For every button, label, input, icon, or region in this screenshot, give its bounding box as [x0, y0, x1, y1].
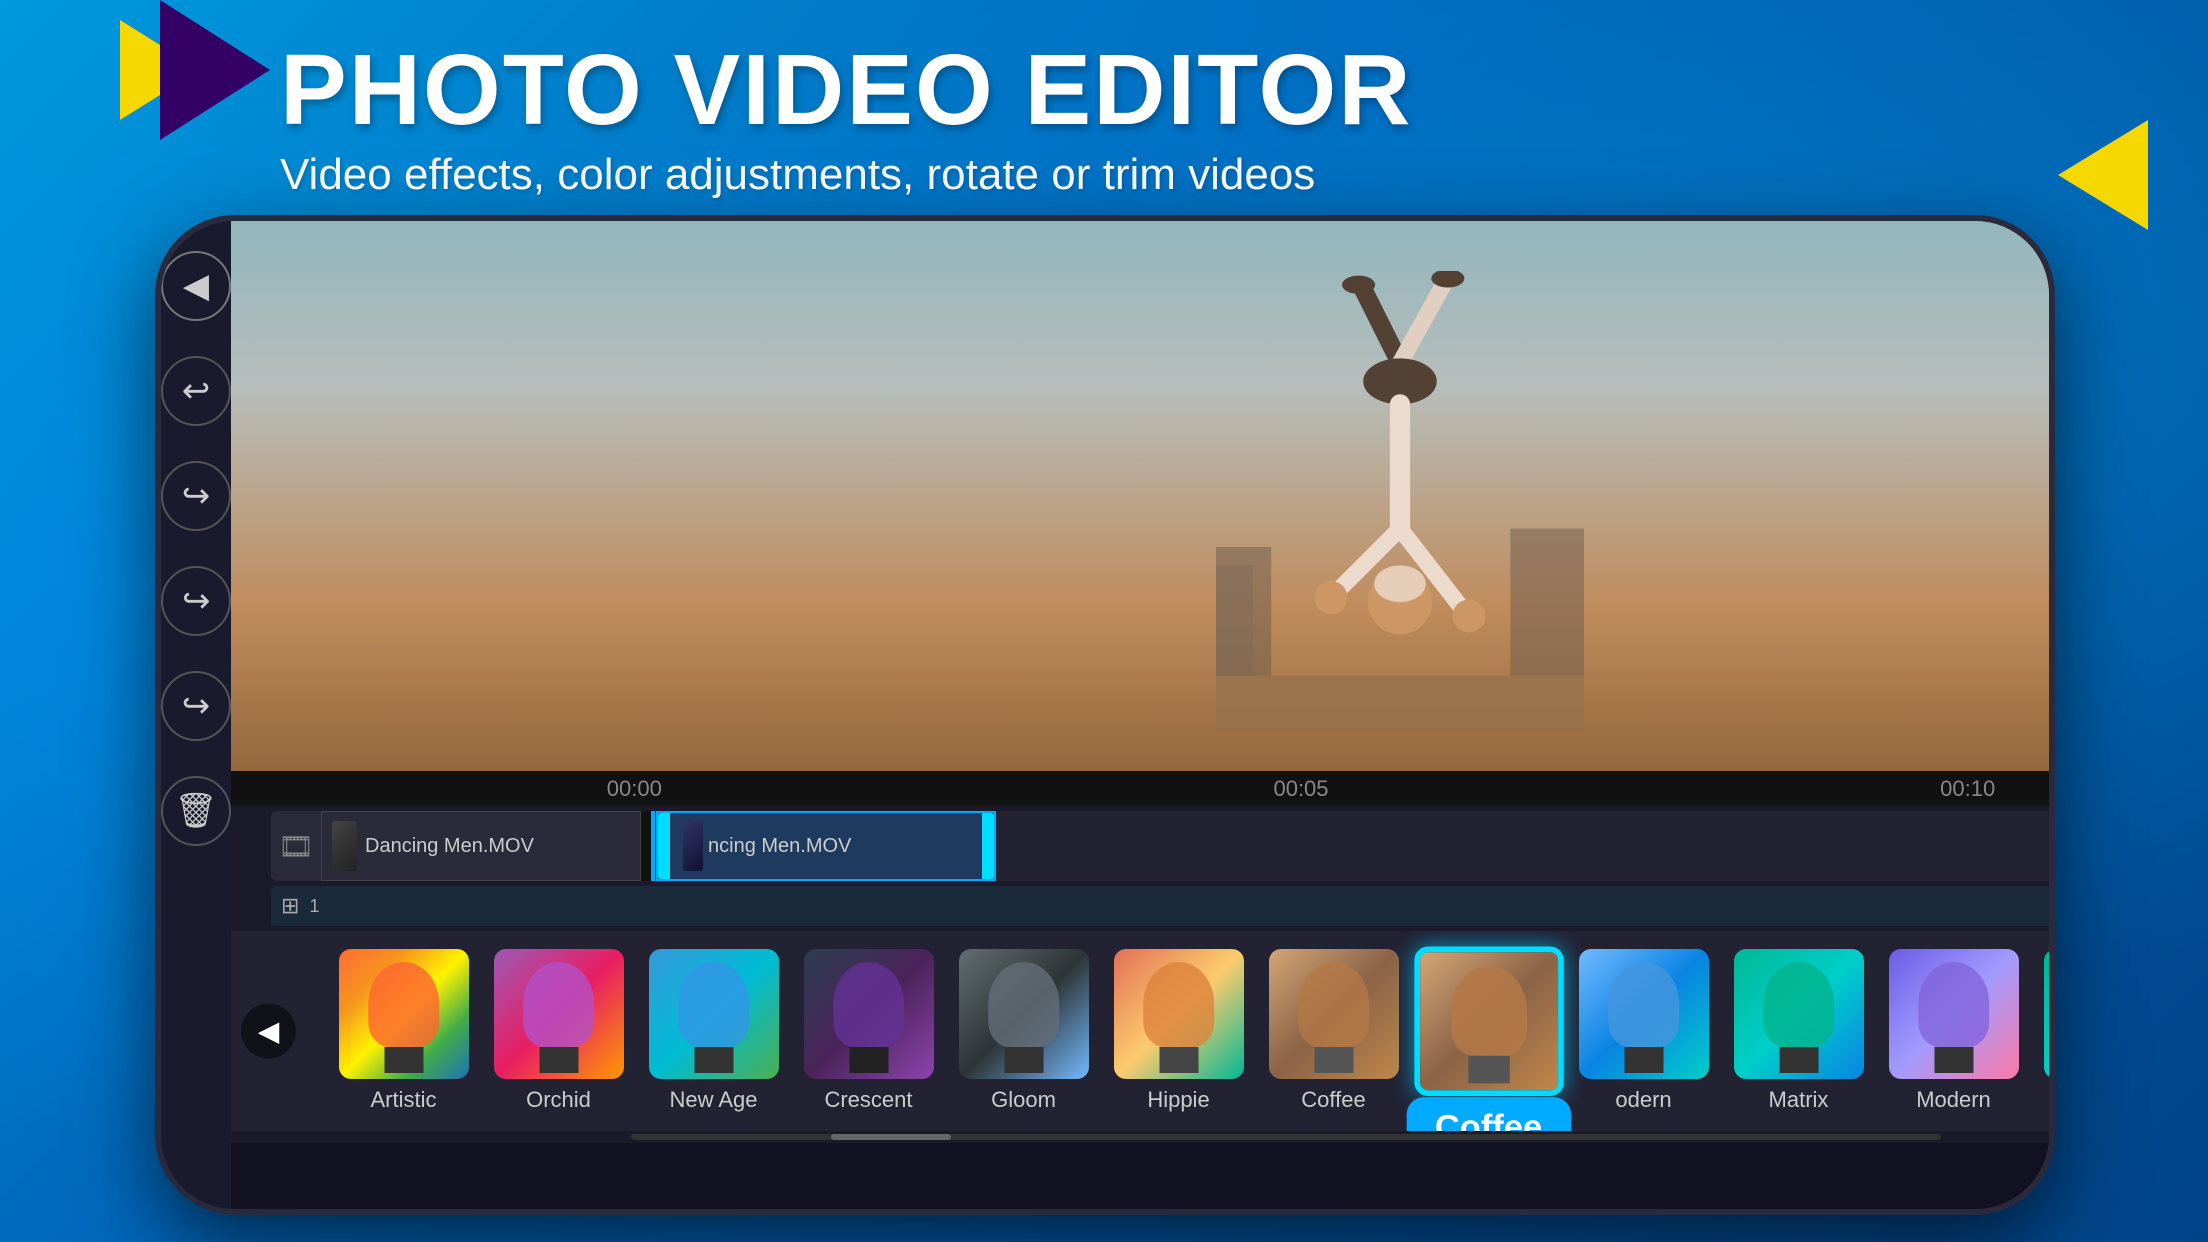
filter-thumb-newage: [649, 949, 779, 1079]
clip-1[interactable]: Dancing Men.MOV: [321, 811, 641, 881]
filter-thumb-hippie: [1114, 949, 1244, 1079]
redo-icon: ↪: [182, 686, 211, 726]
back-icon: ◀: [183, 266, 209, 306]
time-marker-2: 00:10: [1634, 776, 2055, 802]
filter-item-modern1[interactable]: odern: [1566, 949, 1721, 1113]
redo-button[interactable]: ↪: [161, 671, 231, 741]
back-button[interactable]: ◀: [161, 251, 231, 321]
filter-thumb-artistic: [339, 949, 469, 1079]
filter-thumb-modern1: [1579, 949, 1709, 1079]
left-sidebar: ◀ ↩ ↪ ↩ ↪ 🗑: [161, 221, 231, 1209]
filter-thumb-coffee1: [1269, 949, 1399, 1079]
layers-count: 1: [309, 896, 319, 917]
dancer-figure: [1210, 271, 1590, 731]
triangle-yellow-right-icon: [2058, 120, 2148, 230]
scrollbar-area: [231, 1131, 2055, 1143]
filter-thumb-matrix2: [2044, 949, 2056, 1079]
filter-thumb-modern2: [1889, 949, 2019, 1079]
clip-thumbnail-1: [332, 821, 357, 871]
clip-2[interactable]: ncing Men.MOV: [656, 811, 996, 881]
filter-item-gloom[interactable]: Gloom: [946, 949, 1101, 1113]
filter-label-modern2: Modern: [1916, 1087, 1991, 1113]
import-button[interactable]: ↪: [161, 461, 231, 531]
filter-label-matrix1: Matrix: [1769, 1087, 1829, 1113]
clip-icon: 🎞: [278, 830, 314, 863]
filter-thumb-orchid: [494, 949, 624, 1079]
filter-item-crescent[interactable]: Crescent: [791, 949, 946, 1113]
triangle-purple-left-icon: [160, 0, 270, 140]
phone-mockup: ◀ ↩ ↪ ↩ ↪ 🗑: [155, 215, 2055, 1215]
timeline-playhead: [651, 811, 655, 881]
undo2-icon: ↩: [182, 581, 211, 621]
video-content: [231, 221, 2055, 771]
filter-label-coffee1: Coffee: [1301, 1087, 1365, 1113]
filter-thumb-matrix1: [1734, 949, 1864, 1079]
sky-background: [231, 221, 2055, 771]
filter-item-modern2[interactable]: Modern: [1876, 949, 2031, 1113]
undo-button[interactable]: ↩: [161, 356, 231, 426]
filter-item-matrix1[interactable]: Matrix: [1721, 949, 1876, 1113]
coffee-tooltip-label: Coffee: [1435, 1109, 1542, 1131]
filter-item-matrix2[interactable]: Matrix: [2031, 949, 2055, 1113]
scrollbar-thumb[interactable]: [831, 1134, 951, 1140]
filter-thumb-coffee2: [1414, 947, 1564, 1097]
timeline-track[interactable]: 🎞 Dancing Men.MOV ncing Men.MOV: [271, 811, 2055, 881]
timeline-area: 00:00 00:05 00:10 🎞 Dancing Men.MOV: [231, 771, 2055, 931]
filter-item-coffee1[interactable]: Coffee: [1256, 949, 1411, 1113]
video-preview: [231, 221, 2055, 771]
filter-label-gloom: Gloom: [991, 1087, 1056, 1113]
track-icon: 🎞: [271, 811, 321, 881]
undo-icon: ↩: [182, 371, 211, 411]
time-marker-0: 00:00: [301, 776, 968, 802]
filter-strip: ◀ Artistic: [231, 931, 2055, 1131]
filter-prev-button[interactable]: ◀: [241, 1004, 296, 1059]
filter-label-newage: New Age: [669, 1087, 757, 1113]
filter-thumb-gloom: [959, 949, 1089, 1079]
filter-item-coffee2[interactable]: Coffee: [1399, 947, 1577, 1097]
scrollbar-track: [631, 1134, 1941, 1140]
clip-1-label: Dancing Men.MOV: [365, 835, 534, 858]
filter-item-artistic[interactable]: Artistic: [326, 949, 481, 1113]
filter-label-orchid: Orchid: [526, 1087, 591, 1113]
timeline-ruler: 00:00 00:05 00:10: [231, 771, 2055, 806]
filter-label-artistic: Artistic: [371, 1087, 437, 1113]
filter-label-hippie: Hippie: [1147, 1087, 1209, 1113]
clip-thumbnail-2: [683, 821, 703, 871]
app-title: PHOTO VIDEO EDITOR: [280, 40, 1412, 140]
subtitle-track[interactable]: ⊞ 1: [271, 886, 2055, 926]
clip-handle-right[interactable]: [982, 813, 994, 879]
delete-icon: 🗑: [174, 791, 217, 831]
main-content: 00:00 00:05 00:10 🎞 Dancing Men.MOV: [231, 221, 2055, 1209]
filter-label-crescent: Crescent: [824, 1087, 912, 1113]
import-icon: ↪: [182, 476, 211, 516]
delete-button[interactable]: 🗑: [161, 776, 231, 846]
filter-label-modern1: odern: [1615, 1087, 1671, 1113]
undo2-button[interactable]: ↩: [161, 566, 231, 636]
filter-item-hippie[interactable]: Hippie: [1101, 949, 1256, 1113]
layers-icon: ⊞: [281, 893, 299, 919]
filter-thumb-crescent: [804, 949, 934, 1079]
filter-prev-icon: ◀: [258, 1015, 280, 1048]
coffee-tooltip: Coffee: [1406, 1097, 1571, 1131]
filter-item-orchid[interactable]: Orchid: [481, 949, 636, 1113]
header-area: PHOTO VIDEO EDITOR Video effects, color …: [280, 40, 1412, 200]
clip-handle-left[interactable]: [658, 813, 670, 879]
filter-item-newage[interactable]: New Age: [636, 949, 791, 1113]
app-subtitle: Video effects, color adjustments, rotate…: [280, 150, 1412, 200]
clip-2-label: ncing Men.MOV: [708, 835, 984, 858]
time-marker-1: 00:05: [968, 776, 1635, 802]
